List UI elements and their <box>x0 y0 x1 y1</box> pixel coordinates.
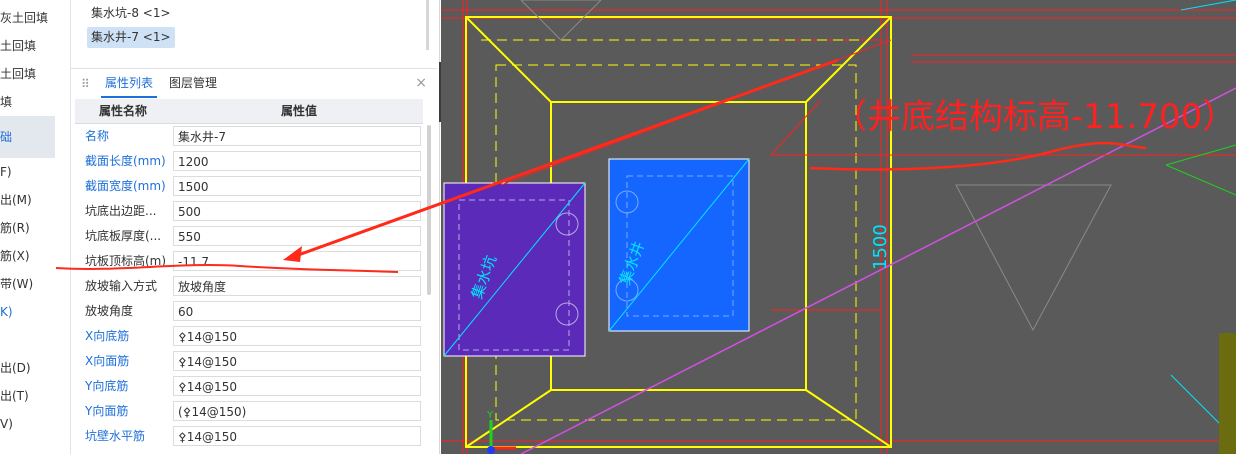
property-name: 放坡角度 <box>85 304 134 318</box>
property-value-field[interactable]: ⚴14@150 <box>173 376 421 396</box>
property-name: 坑底出边距... <box>85 204 157 218</box>
property-value-field[interactable]: (⚴14@150) <box>173 401 421 421</box>
property-name: 放坡输入方式 <box>85 279 158 293</box>
table-row: 坑底板厚度(... 550 <box>75 224 423 249</box>
property-value-field[interactable]: 集水井-7 <box>173 126 421 146</box>
drag-handle-icon[interactable]: ⠿ <box>81 77 90 91</box>
table-row: 坑底出边距... 500 <box>75 199 423 224</box>
tree-item-well-selected[interactable]: 集水井-7 <1> <box>87 27 175 48</box>
property-name: 名称 <box>85 129 110 143</box>
category-item[interactable]: K) <box>0 300 13 324</box>
property-value-field[interactable]: ⚴14@150 <box>173 351 421 371</box>
table-row: 截面宽度(mm) 1500 <box>75 174 423 199</box>
close-icon[interactable]: × <box>415 75 427 91</box>
category-item[interactable]: 出(M) <box>0 188 32 212</box>
category-item[interactable]: 筋(X) <box>0 244 30 268</box>
property-table-header: 属性名称 属性值 <box>75 99 423 124</box>
property-name: 坑板顶标高(m) <box>85 254 167 268</box>
category-item[interactable]: 土回填 <box>0 34 36 58</box>
property-name: 截面长度(mm) <box>85 154 166 168</box>
category-item[interactable]: F) <box>0 160 12 184</box>
table-row: Y向底筋 ⚴14@150 <box>75 374 423 399</box>
category-item[interactable]: 土回填 <box>0 62 36 86</box>
table-row: 放坡输入方式 放坡角度 <box>75 274 423 299</box>
cad-drawing: 集水坑 集水井 （井底结构标高-11.700） 1500 Y <box>441 0 1236 455</box>
property-name: 坑底板厚度(... <box>85 229 162 243</box>
property-panel-header: ⠿ 属性列表 图层管理 × <box>71 68 437 99</box>
table-row: X向面筋 ⚴14@150 <box>75 349 423 374</box>
header-property-value: 属性值 <box>281 104 318 118</box>
pit-shape: 集水坑 <box>443 182 586 357</box>
yellow-block <box>1219 333 1236 454</box>
category-item-selected[interactable]: 础 <box>0 125 12 149</box>
green-arrow-icon <box>1165 144 1236 196</box>
property-name: Y向面筋 <box>85 404 129 418</box>
table-row: 放坡角度 60 <box>75 299 423 324</box>
category-item[interactable]: 灰土回填 <box>0 6 48 30</box>
table-row: 名称 集水井-7 <box>75 124 423 149</box>
property-value-field[interactable]: 1200 <box>173 151 421 171</box>
category-item[interactable]: 出(D) <box>0 356 31 380</box>
property-value-field[interactable]: 1500 <box>173 176 421 196</box>
cad-canvas[interactable]: 集水坑 集水井 （井底结构标高-11.700） 1500 Y <box>441 0 1236 455</box>
property-value-field[interactable]: -11.7 <box>173 251 421 271</box>
component-panel: 集水坑-8 <1> 集水井-7 <1> ⠿ 属性列表 图层管理 × 属性名称 属… <box>70 0 440 454</box>
property-value-field[interactable]: ⚴14@150 <box>173 426 421 446</box>
property-value-field[interactable]: 500 <box>173 201 421 221</box>
category-item[interactable]: 筋(R) <box>0 216 30 240</box>
table-row: X向底筋 ⚴14@150 <box>75 324 423 349</box>
category-item[interactable]: 带(W) <box>0 272 33 296</box>
property-value-field[interactable]: ⚴14@150 <box>173 326 421 346</box>
table-row: 截面长度(mm) 1200 <box>75 149 423 174</box>
tree-scrollbar[interactable] <box>426 0 429 50</box>
tab-property-list[interactable]: 属性列表 <box>101 69 157 98</box>
property-name: X向面筋 <box>85 354 130 368</box>
elevation-annotation: （井底结构标高-11.700） <box>833 97 1236 137</box>
axis-y-label: Y <box>486 410 494 421</box>
tab-layer-management[interactable]: 图层管理 <box>169 69 217 98</box>
property-value-field[interactable]: 550 <box>173 226 421 246</box>
property-name: 截面宽度(mm) <box>85 179 166 193</box>
table-row: 坑壁水平筋 ⚴14@150 <box>75 424 423 449</box>
category-item[interactable]: 出(T) <box>0 384 29 408</box>
property-name: 坑壁水平筋 <box>85 429 146 443</box>
category-item[interactable]: V) <box>0 412 13 436</box>
property-name: Y向底筋 <box>85 379 129 393</box>
property-value-field[interactable]: 60 <box>173 301 421 321</box>
dimension-label: 1500 <box>870 224 891 270</box>
tree-item-pit[interactable]: 集水坑-8 <1> <box>87 3 175 24</box>
category-item[interactable]: 填 <box>0 90 12 114</box>
property-scrollbar[interactable] <box>427 125 431 295</box>
property-value-field[interactable]: 放坡角度 <box>173 276 421 296</box>
table-row: Y向面筋 (⚴14@150) <box>75 399 423 424</box>
category-sidebar: 灰土回填 土回填 土回填 填 础 F) 出(M) 筋(R) 筋(X) 带(W) … <box>0 0 62 454</box>
property-name: X向底筋 <box>85 329 130 343</box>
header-property-name: 属性名称 <box>99 104 148 118</box>
table-row: 坑板顶标高(m) -11.7 <box>75 249 423 274</box>
well-shape: 集水井 <box>608 158 750 332</box>
